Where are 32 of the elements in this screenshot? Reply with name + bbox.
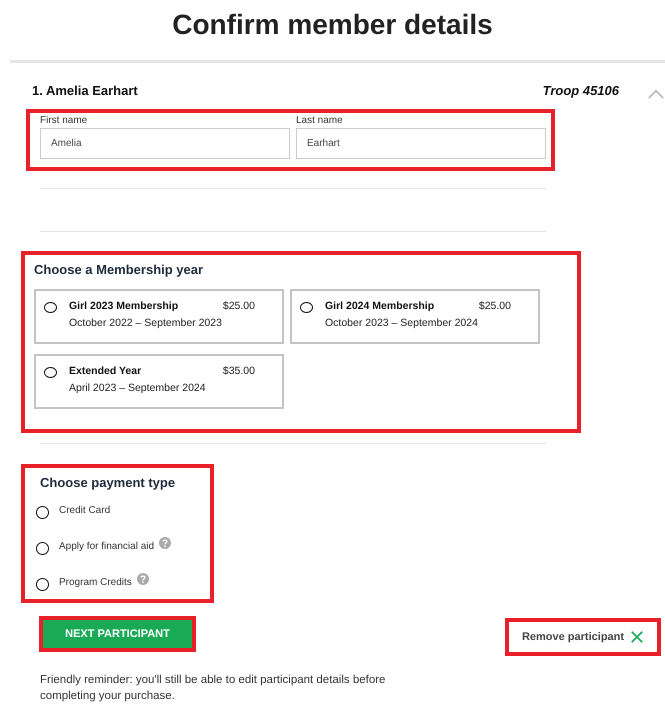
option-price: $25.00: [222, 300, 255, 312]
membership-option[interactable]: Girl 2024 Membership $25.00 October 2023 – September 2024: [290, 289, 540, 344]
reminder-text: Friendly reminder: you'll still be able to edit participant details before completing your purchase.: [40, 673, 386, 704]
option-period: April 2023 – September 2024: [69, 382, 207, 394]
radio-button[interactable]: [44, 367, 57, 378]
radio-button[interactable]: [36, 506, 49, 518]
option-name: Girl 2024 Membership: [325, 300, 434, 312]
input-field[interactable]: Amelia: [40, 128, 290, 159]
close-icon: [630, 630, 644, 644]
section-heading: Choose a Membership year: [34, 261, 204, 279]
option-price: $25.00: [478, 300, 511, 312]
radio-button[interactable]: [300, 302, 313, 313]
membership-option[interactable]: Girl 2023 Membership $25.00 October 2022 – September 2023: [34, 289, 284, 344]
field-label: Last name: [296, 114, 344, 128]
input-field[interactable]: Earhart: [296, 128, 546, 159]
option-label[interactable]: Program Credits: [59, 576, 132, 588]
participant-name: 1. Amelia Earhart: [32, 82, 138, 98]
field-label: First name: [40, 114, 88, 128]
option-label[interactable]: Apply for financial aid: [59, 540, 154, 552]
section-heading: Choose payment type: [40, 474, 176, 492]
option-label[interactable]: Credit Card: [59, 504, 110, 516]
page-title: Confirm member details: [171, 8, 494, 42]
option-name: Girl 2023 Membership: [69, 300, 178, 312]
option-name: Extended Year: [69, 365, 142, 377]
radio-button[interactable]: [36, 542, 49, 554]
option-price: $35.00: [222, 365, 255, 377]
option-period: October 2023 – September 2024: [325, 317, 479, 329]
troop-number: Troop 45106: [542, 82, 619, 98]
option-period: October 2022 – September 2023: [69, 317, 223, 329]
membership-option[interactable]: Extended Year $35.00 April 2023 – September 2024: [34, 354, 284, 409]
radio-button[interactable]: [36, 578, 49, 590]
radio-button[interactable]: [44, 302, 57, 313]
